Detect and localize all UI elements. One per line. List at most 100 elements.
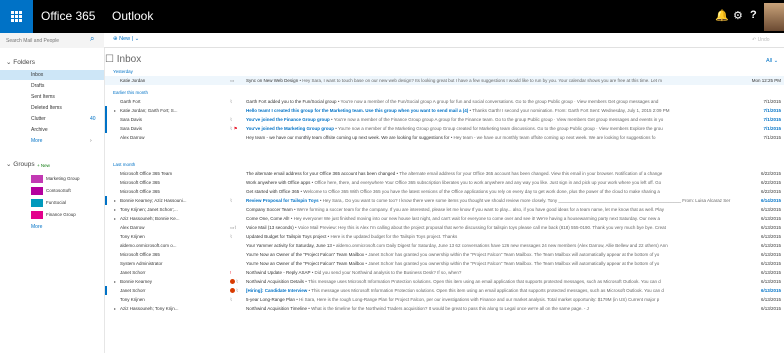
- attachment-icon: ⌇: [230, 234, 233, 239]
- expand-conversation-icon[interactable]: ▸: [114, 196, 116, 205]
- message-preview: • You're now a member of the Finance Gro…: [329, 117, 664, 122]
- message-row[interactable]: ▸ Bonnie Kearney ⌇ Northwind Acquisition De…: [105, 277, 784, 286]
- expand-conversation-icon[interactable]: ▸: [114, 277, 116, 286]
- message-row[interactable]: Katie Jordan ▭ Sync on New Web Design • He…: [105, 76, 784, 85]
- message-subject-line: [Hiring]: Candidate Interview • This mes…: [246, 286, 742, 295]
- expand-conversation-icon[interactable]: ▸: [114, 304, 116, 313]
- more-label: More: [31, 138, 43, 144]
- message-row[interactable]: ▸ Aziz Hassouneh; Tony Krijn... Northwind …: [105, 304, 784, 313]
- message-flags: ⌇: [230, 115, 244, 124]
- message-sender: Sara Davis: [120, 126, 143, 131]
- unread-indicator: [105, 124, 107, 133]
- groups-more-link[interactable]: More: [31, 224, 42, 230]
- message-row[interactable]: aldemo.onmicrosoft.com o... Your Yammer a…: [105, 241, 784, 250]
- message-subject: Sync on New Web Design: [246, 78, 299, 83]
- app-name[interactable]: Outlook: [112, 9, 153, 23]
- message-row[interactable]: Tony Krijnen ⌇ 5-year Long-Range Plan • Hi…: [105, 295, 784, 304]
- message-row[interactable]: Sara Davis ⌇ You've joined the Finance Gro…: [105, 115, 784, 124]
- group-funsocial[interactable]: FunSocial: [31, 199, 101, 207]
- message-row[interactable]: Microsoft Office 365 Work anywhere with O…: [105, 178, 784, 187]
- message-preview: • You're now a member of the Marketing G…: [334, 126, 663, 131]
- attachment-icon: ⌇: [236, 288, 239, 293]
- message-row[interactable]: ▸ Aziz Hassouneh; Bonnie Ke... Come One, C…: [105, 214, 784, 223]
- folder-clutter[interactable]: Clutter 40: [0, 114, 104, 124]
- section-header-last-month: Last month: [113, 162, 136, 167]
- message-preview: • aldemo.onmicrosoft.com Daily Digest fo…: [331, 243, 668, 248]
- select-all-checkbox[interactable]: ☐: [105, 54, 117, 65]
- message-date: 7/1/2015: [763, 135, 781, 140]
- message-subject-line: Sync on New Web Design • Hey Sara, I wan…: [246, 76, 742, 85]
- message-sender: Janet Schorr: [120, 270, 146, 275]
- filter-dropdown[interactable]: All ⌄: [766, 58, 778, 64]
- message-subject-line: Updated Budget for Tailspin Toys project…: [246, 232, 742, 241]
- message-preview: • The alternate email address for your O…: [395, 171, 663, 176]
- message-date: 6/13/2015: [760, 261, 781, 266]
- message-subject: Updated Budget for Tailspin Toys project: [246, 234, 327, 239]
- message-row[interactable]: ▸ Tony Krijnen; Janet Schorr;... Company S…: [105, 205, 784, 214]
- search-box: ⌕: [0, 33, 104, 48]
- folder-sent-items[interactable]: Sent Items: [0, 92, 104, 102]
- group-marketing[interactable]: Marketing Group: [31, 175, 101, 183]
- folder-inbox[interactable]: Inbox: [0, 70, 104, 80]
- message-subject-line: Hello team! I created this group for the…: [246, 106, 742, 115]
- message-row[interactable]: ▸ Bonnie Kearney; Aziz Hassouni... ⌇ Review…: [105, 196, 784, 205]
- message-row[interactable]: Tony Krijnen ⌇ Updated Budget for Tailspin…: [105, 232, 784, 241]
- message-date: 6/13/2015: [760, 306, 781, 311]
- group-contososoft[interactable]: ContosoSoft: [31, 187, 101, 195]
- message-preview: • Janet Schorr has granted you ownership…: [364, 252, 660, 257]
- message-row[interactable]: Microsoft Office 365 Get started with Off…: [105, 187, 784, 196]
- avatar[interactable]: [764, 3, 784, 31]
- folder-pane: ⌄ Folders Inbox Drafts Sent Items Delete…: [0, 48, 104, 353]
- search-icon[interactable]: ⌕: [90, 34, 94, 44]
- search-input[interactable]: [6, 35, 84, 46]
- message-sender: Aziz Hassouneh; Tony Krijn...: [120, 306, 179, 311]
- message-sender: Garth Fort: [120, 99, 141, 104]
- groups-header[interactable]: ⌄ Groups: [6, 160, 35, 168]
- group-finance[interactable]: Finance Group: [31, 211, 101, 219]
- office365-brand[interactable]: Office 365: [41, 9, 95, 23]
- expand-conversation-icon[interactable]: ▸: [114, 205, 116, 214]
- message-subject: Voice Mail (13 seconds): [246, 225, 294, 230]
- message-preview: • Welcome to Office 365 With Office 365 …: [299, 189, 660, 194]
- app-launcher-button[interactable]: [0, 0, 33, 33]
- message-flags: ⌇: [230, 295, 244, 304]
- message-subject: Hey team - we have our monthly team offs…: [246, 135, 450, 140]
- message-row[interactable]: Alex Darrow ▭⌇ Voice Mail (13 seconds) • V…: [105, 223, 784, 232]
- new-group-button[interactable]: + New: [37, 163, 50, 168]
- folder-drafts[interactable]: Drafts: [0, 81, 104, 91]
- folder-archive[interactable]: Archive: [0, 125, 104, 135]
- message-row[interactable]: ▸ Katie Jordan; Garth Fort; S... Hello tea…: [105, 106, 784, 115]
- new-button-label: New: [119, 36, 131, 42]
- message-row[interactable]: Alex Darrow Hey team - we have our monthl…: [105, 133, 784, 142]
- protected-icon: [230, 288, 235, 294]
- new-button[interactable]: ⊕ New | ⌄: [113, 36, 139, 42]
- bell-icon[interactable]: 🔔: [715, 9, 729, 22]
- message-row[interactable]: Janet Schorr ⌇ [Hiring]: Candidate Intervi…: [105, 286, 784, 295]
- folders-header-label: Folders: [13, 59, 35, 66]
- folders-header[interactable]: ⌄ Folders: [6, 58, 35, 66]
- message-flags: ⌇: [230, 277, 244, 286]
- message-date: 6/22/2015: [760, 189, 781, 194]
- unread-count: 40: [90, 116, 96, 122]
- expand-conversation-icon[interactable]: ▸: [114, 106, 116, 115]
- message-sender: Microsoft Office 365: [120, 189, 160, 194]
- message-subject: 5-year Long-Range Plan: [246, 297, 296, 302]
- attachment-icon: ⌇: [230, 297, 233, 302]
- folder-label: Deleted Items: [31, 105, 62, 111]
- message-row[interactable]: Microsoft Office 365 You're Now an Owner …: [105, 250, 784, 259]
- folder-deleted-items[interactable]: Deleted Items: [0, 103, 104, 113]
- expand-conversation-icon[interactable]: ▸: [114, 214, 116, 223]
- folders-more-link[interactable]: More ›: [0, 136, 104, 146]
- undo-button[interactable]: ↶ Undo: [752, 37, 770, 43]
- gear-icon[interactable]: ⚙: [733, 9, 743, 22]
- message-subject: Hello team! I created this group for the…: [246, 108, 469, 113]
- message-date: 6/13/2015: [760, 297, 781, 302]
- message-row[interactable]: System Administrator You're Now an Owner …: [105, 259, 784, 268]
- message-row[interactable]: Sara Davis ⌇ ⚑ You've joined the Marketing…: [105, 124, 784, 133]
- help-icon[interactable]: ?: [750, 9, 757, 21]
- attachment-icon: ⌇: [230, 198, 233, 203]
- message-row[interactable]: Garth Fort ⌇ Garth Fort added you to the F…: [105, 97, 784, 106]
- message-subject-line: Northwind Acquisition Timeline • What is…: [246, 304, 742, 313]
- message-row[interactable]: Microsoft Office 365 Team The alternate e…: [105, 169, 784, 178]
- message-row[interactable]: Janet Schorr! Northwind Update - Reply AS…: [105, 268, 784, 277]
